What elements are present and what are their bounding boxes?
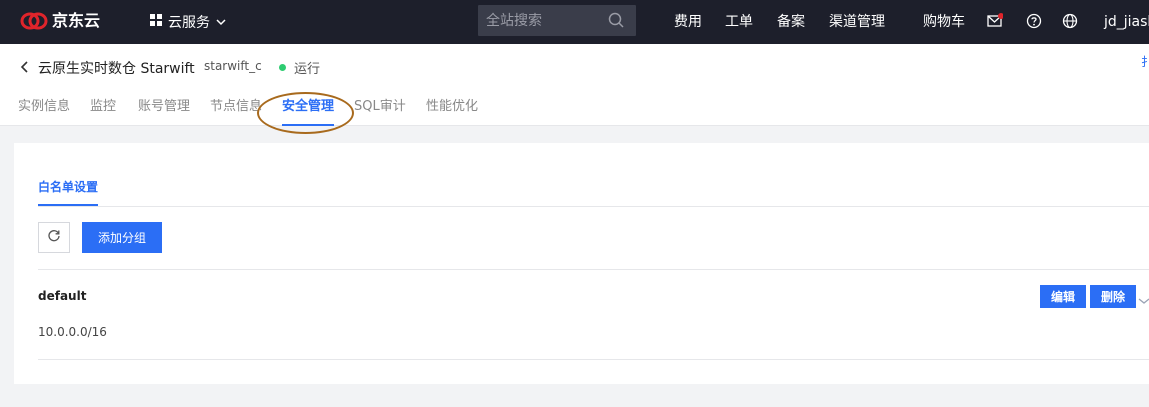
tab-sql-audit[interactable]: SQL审计 [354, 98, 406, 126]
globe-icon[interactable] [1062, 13, 1078, 33]
group-divider [38, 269, 1149, 270]
chevron-down-icon [216, 14, 226, 30]
group-ip-range: 10.0.0.0/16 [38, 325, 107, 339]
cloud-services-label: 云服务 [168, 15, 210, 31]
tab-monitoring[interactable]: 监控 [90, 98, 116, 126]
page-title: 云原生实时数仓 Starwift [38, 61, 195, 77]
top-navigation-bar: 京东云 云服务 费用 工单 备案 渠道管理 购物车 [0, 0, 1149, 44]
back-arrow-icon[interactable] [20, 59, 30, 78]
brand-name: 京东云 [52, 11, 101, 30]
global-search [478, 5, 636, 36]
tab-whitelist-settings[interactable]: 白名单设置 [38, 178, 99, 206]
status-text: 运行 [294, 62, 321, 77]
delete-group-button[interactable]: 删除 [1090, 285, 1136, 308]
edit-group-button[interactable]: 编辑 [1040, 285, 1086, 308]
search-icon[interactable] [608, 12, 624, 32]
tab-performance-optimization[interactable]: 性能优化 [426, 98, 478, 126]
instance-header: 云原生实时数仓 Starwift starwift_c 运行 扌 实例信息 监控… [0, 44, 1149, 126]
add-group-button[interactable]: 添加分组 [82, 222, 162, 253]
nav-link-billing[interactable]: 费用 [674, 0, 702, 44]
grid-icon [150, 14, 162, 30]
security-panel: 白名单设置 添加分组 default 10.0.0.0/16 编辑 删除 [14, 143, 1149, 384]
nav-link-tickets[interactable]: 工单 [725, 0, 753, 44]
help-icon[interactable] [1026, 13, 1042, 33]
status-indicator [279, 64, 286, 71]
cloud-services-menu[interactable]: 云服务 [150, 0, 226, 44]
refresh-button[interactable] [38, 222, 70, 253]
nav-link-channel[interactable]: 渠道管理 [829, 0, 885, 44]
nav-link-filing[interactable]: 备案 [777, 0, 805, 44]
instance-id: starwift_c [204, 59, 262, 73]
tab-security-management[interactable]: 安全管理 [282, 98, 335, 126]
subtab-divider [38, 206, 1149, 207]
group-name: default [38, 289, 87, 303]
chevron-down-icon[interactable] [1138, 290, 1149, 309]
mail-icon[interactable] [987, 13, 1004, 33]
refresh-icon [47, 228, 61, 247]
tab-account-management[interactable]: 账号管理 [138, 98, 190, 126]
tab-node-info[interactable]: 节点信息 [210, 98, 262, 126]
edge-truncated-link[interactable]: 扌 [1141, 53, 1149, 70]
user-account-name[interactable]: jd_jiash [1104, 0, 1149, 44]
tab-instance-info[interactable]: 实例信息 [18, 98, 70, 126]
jd-cloud-logo-icon [20, 10, 48, 32]
instance-tabs: 实例信息 监控 账号管理 节点信息 安全管理 SQL审计 性能优化 [0, 98, 1149, 126]
brand-logo[interactable]: 京东云 [20, 10, 100, 32]
search-input[interactable] [478, 5, 608, 36]
nav-link-cart[interactable]: 购物车 [923, 0, 965, 44]
group-divider-bottom [38, 359, 1149, 360]
